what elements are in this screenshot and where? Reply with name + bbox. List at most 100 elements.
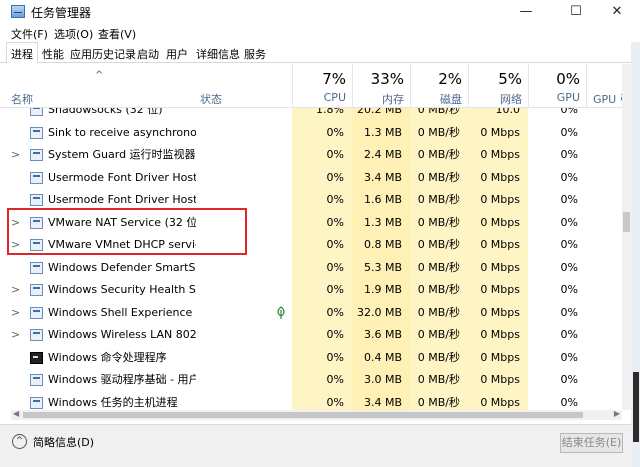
cell-mem: 3.4 MB (352, 391, 410, 410)
cell-net: 0 Mbps (468, 279, 528, 302)
expand-chevron-icon[interactable]: > (11, 212, 20, 234)
process-name: Windows Defender SmartScr... (48, 260, 196, 274)
table-row[interactable]: Usermode Font Driver Host 0% 1.6 MB 0 MB/秒 0… (0, 189, 622, 212)
cell-disk: 0 MB/秒 (410, 234, 468, 257)
cell-mem: 32.0 MB (352, 301, 410, 324)
cell-net: 0 Mbps (468, 166, 528, 189)
menu-view[interactable]: 查看(V) (98, 26, 136, 42)
suspended-leaf-icon (277, 305, 285, 319)
cell-disk: 0 MB/秒 (410, 279, 468, 302)
cell-cpu: 0% (292, 211, 352, 234)
desktop-edge (631, 42, 640, 467)
table-row[interactable]: >System Guard 运行时监视器代...0%2.4 MB0 MB/秒0 … (0, 144, 622, 167)
tab-performance[interactable]: 性能 (38, 44, 68, 63)
header-name[interactable]: 名称 (11, 91, 33, 107)
end-task-button[interactable]: 结束任务(E) (560, 433, 623, 453)
table-row[interactable]: > VMware NAT Service (32 位) 0% 1.3 MB 0 MB/秒… (0, 211, 622, 234)
process-icon (30, 306, 43, 319)
table-row[interactable]: Sink to receive asynchronous...0%1.3 MB0… (0, 121, 622, 144)
table-row[interactable]: Windows 命令处理程序 0% 0.4 MB 0 MB/秒 0 Mbps 0% (0, 346, 622, 369)
horizontal-scrollbar[interactable]: ◀ ▶ (11, 409, 622, 420)
cell-gpu: 0% (560, 108, 578, 116)
cell-mem: 1.9 MB (352, 279, 410, 302)
tab-app-history[interactable]: 应用历史记录 (66, 44, 140, 63)
cell-gpu: 0% (560, 215, 578, 229)
cell-disk: 0 MB/秒 (410, 121, 468, 144)
header-network[interactable]: 5% 网络 (468, 64, 528, 108)
table-row[interactable]: >Windows Security Health Se...0%1.9 MB0 … (0, 279, 622, 302)
maximize-button[interactable]: ☐ (553, 0, 599, 24)
task-manager-icon (11, 5, 25, 18)
close-button[interactable]: ✕ (594, 0, 640, 24)
vertical-scrollbar[interactable] (622, 108, 631, 410)
window-title: 任务管理器 (31, 6, 92, 20)
vertical-scroll-thumb[interactable] (623, 212, 630, 232)
expand-chevron-icon[interactable]: > (11, 234, 20, 256)
cell-gpu: 0% (560, 395, 578, 409)
horizontal-scroll-thumb[interactable] (23, 412, 583, 418)
minimize-button[interactable]: — (503, 0, 549, 24)
cell-net: 0 Mbps (468, 346, 528, 369)
menu-file[interactable]: 文件(F) (11, 26, 48, 42)
scroll-right-icon[interactable]: ▶ (614, 409, 620, 418)
cell-cpu: 0% (292, 369, 352, 392)
cell-mem: 0.8 MB (352, 234, 410, 257)
header-status[interactable]: 状态 (200, 91, 222, 107)
cell-disk: 0 MB/秒 (410, 108, 468, 122)
process-icon (30, 284, 43, 296)
process-icon (30, 171, 43, 184)
cell-disk: 0 MB/秒 (410, 256, 468, 279)
header-disk-pct: 2% (438, 70, 462, 88)
fewer-details-icon[interactable]: ^ (12, 434, 27, 449)
cell-mem: 3.4 MB (352, 166, 410, 189)
header-disk[interactable]: 2% 磁盘 (410, 64, 468, 108)
cell-disk: 0 MB/秒 (410, 369, 468, 392)
table-row[interactable]: Shadowsocks (32 位) 1.8% 20.2 MB 0 MB/秒 10.0 … (0, 108, 622, 139)
table-row[interactable]: Windows Defender SmartScr...0%5.3 MB0 MB… (0, 256, 622, 279)
header-memory[interactable]: 33% 内存 (352, 64, 410, 108)
tab-services[interactable]: 服务 (240, 44, 270, 63)
table-row[interactable]: >Windows Wireless LAN 802.1...0%3.6 MB0 … (0, 324, 622, 347)
table-row[interactable]: Windows 驱动程序基础 - 用户... 0% 3.0 MB 0 MB/秒 0 Mb… (0, 369, 622, 392)
table-row[interactable]: >Windows Shell Experience 主...0%32.0 MB0… (0, 301, 622, 324)
cell-mem: 0.4 MB (352, 346, 410, 369)
tab-processes[interactable]: 进程 (6, 42, 38, 64)
cell-gpu: 0% (560, 328, 578, 341)
process-list[interactable]: Shadowsocks (32 位) 1.8% 20.2 MB 0 MB/秒 10.0 … (0, 108, 622, 410)
cell-cpu: 0% (292, 324, 352, 347)
expand-chevron-icon[interactable]: > (11, 279, 20, 301)
menu-options[interactable]: 选项(O) (54, 26, 93, 42)
expand-chevron-icon[interactable]: > (11, 324, 20, 346)
process-icon (30, 194, 43, 206)
fewer-details-link[interactable]: 简略信息(D) (33, 434, 94, 450)
cell-cpu: 0% (292, 279, 352, 302)
footer: ^ 简略信息(D) 结束任务(E) (0, 424, 631, 467)
sort-caret-icon[interactable]: ^ (95, 70, 103, 81)
header-cpu[interactable]: 7% CPU (292, 64, 352, 108)
table-row[interactable]: Windows 任务的主机进程 0% 3.4 MB 0 MB/秒 0 Mbps 0% (0, 391, 622, 410)
scroll-left-icon[interactable]: ◀ (13, 409, 19, 418)
table-row[interactable]: Usermode Font Driver Host 0% 3.4 MB 0 MB/秒 0… (0, 166, 622, 189)
console-icon (30, 351, 43, 364)
cell-gpu: 0% (560, 350, 578, 364)
table-row[interactable]: > VMware VMnet DHCP servic... 0% 0.8 MB 0 MB… (0, 234, 622, 257)
cell-net: 0 Mbps (468, 391, 528, 410)
column-header: ^ 名称 状态 7% CPU 33% 内存 2% 磁盘 5% 网络 0% GPU… (0, 64, 622, 108)
tab-details[interactable]: 详细信息 (192, 44, 244, 63)
header-network-pct: 5% (498, 70, 522, 88)
cell-disk: 0 MB/秒 (410, 144, 468, 167)
cell-net: 0 Mbps (468, 121, 528, 144)
process-icon (30, 108, 43, 116)
header-gpu-engine[interactable]: GPU 引擎 (586, 64, 622, 108)
cell-cpu: 0% (292, 256, 352, 279)
process-name: System Guard 运行时监视器代... (48, 148, 196, 161)
tab-startup[interactable]: 启动 (133, 44, 163, 63)
tab-users[interactable]: 用户 (162, 44, 192, 63)
header-gpu-label: GPU (556, 91, 580, 104)
header-disk-label: 磁盘 (440, 93, 462, 106)
expand-chevron-icon[interactable]: > (11, 144, 20, 166)
title-bar[interactable]: 任务管理器 — ☐ ✕ (0, 0, 640, 24)
header-gpu[interactable]: 0% GPU (528, 64, 586, 108)
cell-mem: 2.4 MB (352, 144, 410, 167)
expand-chevron-icon[interactable]: > (11, 302, 20, 324)
